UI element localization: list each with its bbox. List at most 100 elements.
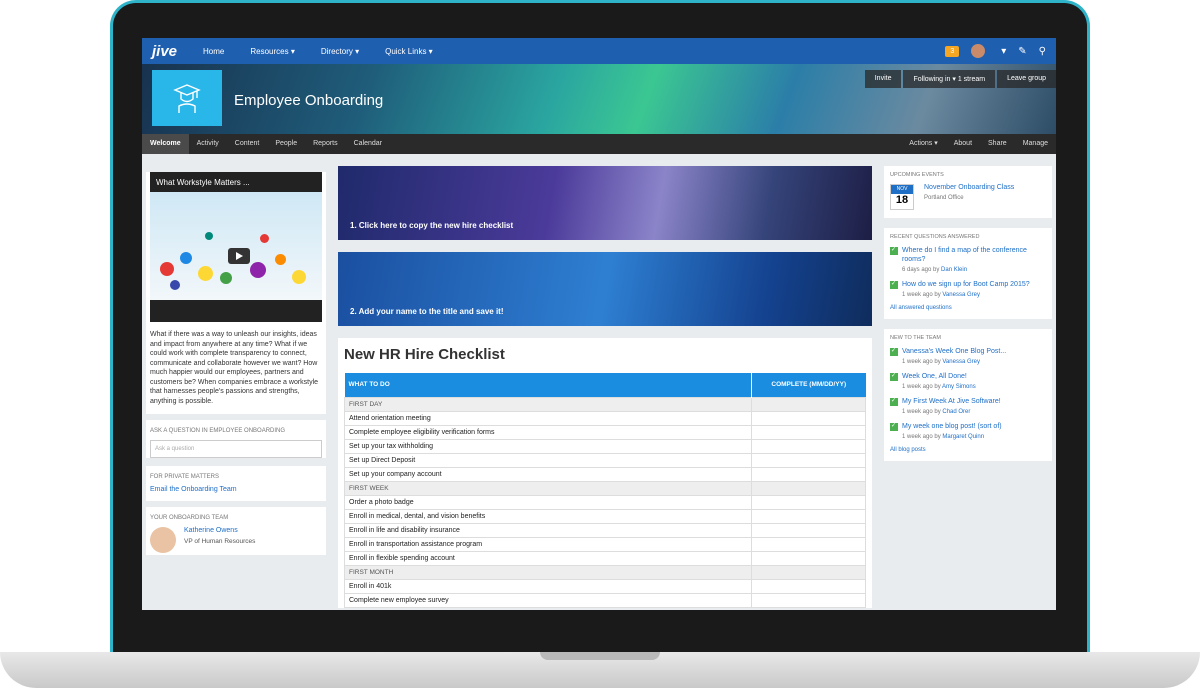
tab-activity[interactable]: Activity	[189, 134, 227, 154]
complete-date-cell[interactable]	[751, 410, 866, 426]
following-button[interactable]: Following in ▾ 1 stream	[903, 70, 996, 88]
promo-banner-2[interactable]: 2. Add your name to the title and save i…	[338, 252, 872, 326]
table-row: FIRST DAY	[344, 396, 866, 412]
complete-date-cell[interactable]	[751, 578, 866, 594]
leave-group-button[interactable]: Leave group	[997, 70, 1056, 88]
ask-question-card: Ask a question in Employee Onboarding As…	[146, 420, 326, 458]
complete-date-cell[interactable]	[751, 424, 866, 440]
email-team-link[interactable]: Email the Onboarding Team	[146, 484, 326, 501]
video-player[interactable]: What Workstyle Matters ...	[150, 172, 322, 322]
left-column: What Workstyle Matters ... What if there…	[146, 166, 326, 608]
tab-content[interactable]: Content	[227, 134, 268, 154]
list-item: Week One, All Done! 1 week ago by Amy Si…	[890, 372, 1046, 390]
new-label: New to the team	[890, 335, 941, 341]
chevron-down-icon[interactable]: ▾	[1001, 46, 1006, 57]
post-author[interactable]: Margaret Quinn	[942, 434, 984, 440]
list-item: My week one blog post! (sort of) 1 week …	[890, 422, 1046, 440]
event-title[interactable]: November Onboarding Class	[924, 184, 1014, 191]
question-time: 6 days ago by	[902, 267, 940, 273]
tab-reports[interactable]: Reports	[305, 134, 346, 154]
member-name[interactable]: Katherine Owens	[184, 527, 255, 534]
post-time: 1 week ago by	[902, 359, 941, 365]
main-content: What Workstyle Matters ... What if there…	[142, 154, 1056, 608]
post-meta: 1 week ago by Vanessa Grey	[902, 359, 1006, 365]
manage-link[interactable]: Manage	[1015, 134, 1056, 154]
search-icon[interactable]: ⚲	[1039, 46, 1046, 57]
complete-date-cell[interactable]	[751, 592, 866, 608]
private-matters-card: For private matters Email the Onboarding…	[146, 466, 326, 501]
complete-date-cell	[751, 564, 866, 580]
tab-people[interactable]: People	[267, 134, 305, 154]
post-title[interactable]: My week one blog post! (sort of)	[902, 422, 1002, 431]
task-cell: Enroll in life and disability insurance	[344, 522, 752, 538]
all-questions-link[interactable]: All answered questions	[890, 305, 1046, 311]
app-screen: jive Home Resources ▾ Directory ▾ Quick …	[142, 38, 1056, 610]
video-thumbnail	[150, 192, 322, 300]
table-row: Complete employee eligibility verificati…	[344, 424, 866, 440]
play-icon[interactable]	[228, 248, 250, 264]
checklist-table: WHAT TO DO COMPLETE (MM/DD/YY) FIRST DAY…	[344, 373, 866, 608]
question-author[interactable]: Dan Klein	[941, 267, 967, 273]
laptop-notch	[540, 652, 660, 660]
complete-date-cell[interactable]	[751, 508, 866, 524]
all-blog-posts-link[interactable]: All blog posts	[890, 447, 1046, 453]
post-author[interactable]: Vanessa Grey	[942, 359, 980, 365]
table-row: Set up your company account	[344, 466, 866, 482]
right-column: Upcoming events NOV 18 November Onboardi…	[884, 166, 1052, 608]
complete-date-cell[interactable]	[751, 466, 866, 482]
ask-question-input[interactable]: Ask a question	[150, 440, 322, 458]
notifications-badge[interactable]: 3	[945, 45, 960, 57]
complete-date-cell[interactable]	[751, 522, 866, 538]
event-item[interactable]: NOV 18 November Onboarding Class Portlan…	[890, 184, 1046, 210]
task-cell: Order a photo badge	[344, 494, 752, 510]
nav-home[interactable]: Home	[203, 47, 224, 56]
post-title[interactable]: Vanessa's Week One Blog Post...	[902, 347, 1006, 356]
graduate-icon	[152, 70, 222, 126]
task-cell: Attend orientation meeting	[344, 410, 752, 426]
question-title[interactable]: Where do I find a map of the conference …	[902, 246, 1046, 264]
task-cell: Complete new employee survey	[344, 592, 752, 608]
private-label: For private matters	[150, 474, 220, 480]
complete-date-cell[interactable]	[751, 550, 866, 566]
answered-check-icon	[890, 280, 898, 289]
question-time: 1 week ago by	[902, 292, 941, 298]
invite-button[interactable]: Invite	[864, 70, 902, 88]
ask-label: Ask a question in Employee Onboarding	[150, 428, 286, 434]
post-title[interactable]: My First Week At Jive Software!	[902, 397, 1001, 406]
question-title[interactable]: How do we sign up for Boot Camp 2015?	[902, 280, 1030, 289]
jive-logo[interactable]: jive	[152, 43, 177, 60]
blog-post-icon	[890, 397, 898, 406]
calendar-icon: NOV 18	[890, 184, 914, 210]
complete-date-cell[interactable]	[751, 494, 866, 510]
nav-quick-links[interactable]: Quick Links ▾	[385, 47, 433, 56]
event-month: NOV	[891, 185, 913, 194]
question-author[interactable]: Vanessa Grey	[942, 292, 980, 298]
nav-resources[interactable]: Resources ▾	[250, 47, 294, 56]
user-avatar[interactable]	[971, 44, 986, 58]
about-link[interactable]: About	[946, 134, 980, 154]
team-label: Your onboarding team	[150, 515, 229, 521]
table-row: Enroll in 401k	[344, 578, 866, 594]
post-author[interactable]: Chad Orer	[942, 409, 970, 415]
actions-menu[interactable]: Actions ▾	[901, 134, 945, 154]
table-row: Enroll in medical, dental, and vision be…	[344, 508, 866, 524]
nav-directory[interactable]: Directory ▾	[321, 47, 359, 56]
tab-calendar[interactable]: Calendar	[346, 134, 390, 154]
post-title[interactable]: Week One, All Done!	[902, 372, 976, 381]
tab-welcome[interactable]: Welcome	[142, 134, 189, 154]
complete-date-cell[interactable]	[751, 452, 866, 468]
task-cell: Set up Direct Deposit	[344, 452, 752, 468]
complete-date-cell[interactable]	[751, 536, 866, 552]
pencil-icon[interactable]: ✎	[1018, 46, 1026, 57]
place-title[interactable]: Employee Onboarding	[234, 92, 383, 109]
column-header-what: WHAT TO DO	[344, 373, 752, 397]
share-link[interactable]: Share	[980, 134, 1015, 154]
promo-banner-1[interactable]: 1. Click here to copy the new hire check…	[338, 166, 872, 240]
complete-date-cell[interactable]	[751, 438, 866, 454]
post-time: 1 week ago by	[902, 384, 941, 390]
avatar[interactable]	[150, 527, 176, 553]
top-nav: jive Home Resources ▾ Directory ▾ Quick …	[142, 38, 1056, 64]
table-row: Attend orientation meeting	[344, 410, 866, 426]
post-author[interactable]: Amy Simons	[942, 384, 976, 390]
video-description: What if there was a way to unleash our i…	[150, 331, 319, 405]
